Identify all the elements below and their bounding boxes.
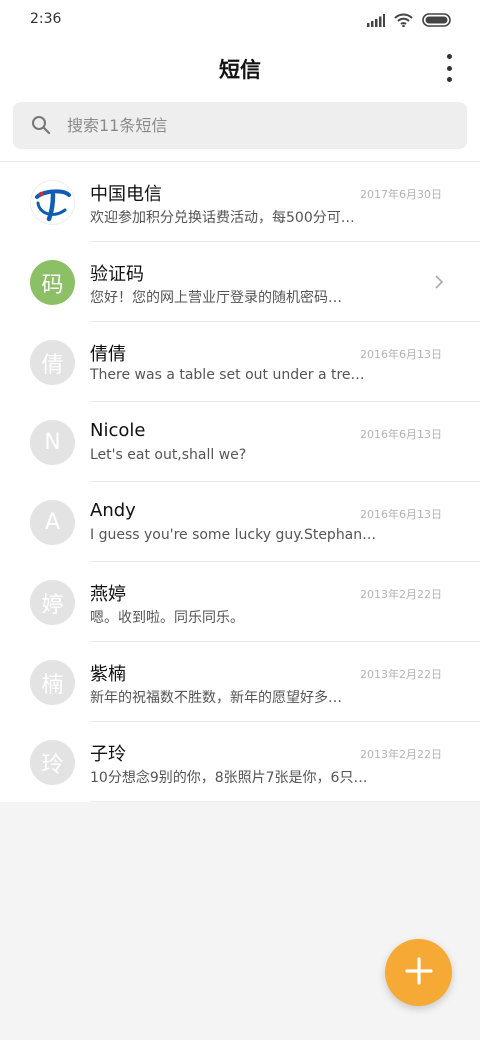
status-bar: 2:36 xyxy=(0,0,480,40)
plus-icon xyxy=(404,956,433,989)
message-date: 2016年6月13日 xyxy=(360,348,442,361)
battery-icon xyxy=(422,12,452,31)
message-preview: 嗯。收到啦。同乐同乐。 xyxy=(90,610,244,626)
conversation-row[interactable]: 倩 倩倩 2016年6月13日 There was a table set ou… xyxy=(0,322,480,402)
more-vertical-icon xyxy=(446,54,452,59)
contact-name: Andy xyxy=(90,500,136,521)
more-dot xyxy=(446,65,452,71)
message-date: 2017年6月30日 xyxy=(360,188,442,201)
contact-name: 验证码 xyxy=(90,264,144,285)
contact-avatar: 楠 xyxy=(30,660,75,705)
top-panel: 2:36 短信 搜索11条短信 中国电信 2017年6月30日 欢迎参加积分兑换… xyxy=(0,0,480,802)
search-box[interactable] xyxy=(13,102,467,149)
contact-name: 子玲 xyxy=(90,744,126,765)
contact-avatar: N xyxy=(30,420,75,465)
status-icons xyxy=(367,12,452,31)
conversation-row[interactable]: 玲 子玲 2013年2月22日 10分想念9别的你，8张照片7张是你，6只… xyxy=(0,722,480,802)
message-date: 2013年2月22日 xyxy=(360,668,442,681)
message-preview: I guess you're some lucky guy.Stephani… xyxy=(90,527,380,543)
verification-code-icon: 码 xyxy=(30,260,75,305)
signal-icon xyxy=(367,12,385,31)
message-date: 2016年6月13日 xyxy=(360,428,442,441)
message-preview: 欢迎参加积分兑换话费活动，每500分可… xyxy=(90,210,355,226)
message-preview: Let's eat out,shall we? xyxy=(90,447,247,463)
message-preview: There was a table set out under a tre… xyxy=(90,367,365,383)
china-telecom-logo-icon xyxy=(30,180,75,225)
conversation-row[interactable]: A Andy 2016年6月13日 I guess you're some lu… xyxy=(0,482,480,562)
contact-name: 中国电信 xyxy=(90,184,162,205)
contact-avatar: 婷 xyxy=(30,580,75,625)
search-input[interactable] xyxy=(67,102,447,149)
message-date: 2013年2月22日 xyxy=(360,748,442,761)
status-time: 2:36 xyxy=(30,11,62,27)
search-icon xyxy=(31,115,51,139)
contact-avatar: A xyxy=(30,500,75,545)
conversation-row[interactable]: 楠 紫楠 2013年2月22日 新年的祝福数不胜数，新年的愿望好多… xyxy=(0,642,480,722)
wifi-icon xyxy=(394,12,413,31)
more-dot xyxy=(446,77,452,82)
chevron-right-icon[interactable] xyxy=(434,274,444,294)
more-options-button[interactable] xyxy=(444,54,454,82)
conversation-row[interactable]: 中国电信 2017年6月30日 欢迎参加积分兑换话费活动，每500分可… xyxy=(0,162,480,242)
contact-name: 燕婷 xyxy=(90,584,126,605)
message-date: 2016年6月13日 xyxy=(360,508,442,521)
new-message-button[interactable] xyxy=(385,939,452,1006)
message-preview: 10分想念9别的你，8张照片7张是你，6只… xyxy=(90,770,368,786)
conversation-row[interactable]: 婷 燕婷 2013年2月22日 嗯。收到啦。同乐同乐。 xyxy=(0,562,480,642)
message-preview: 新年的祝福数不胜数，新年的愿望好多… xyxy=(90,690,342,706)
conversation-list: 中国电信 2017年6月30日 欢迎参加积分兑换话费活动，每500分可… 码 验… xyxy=(0,162,480,802)
message-preview: 您好！您的网上营业厅登录的随机密码… xyxy=(90,290,342,306)
app-bar: 短信 xyxy=(0,40,480,96)
contact-name: 倩倩 xyxy=(90,344,126,365)
contact-name: Nicole xyxy=(90,420,146,441)
contact-avatar: 玲 xyxy=(30,740,75,785)
page-title: 短信 xyxy=(219,58,261,82)
contact-name: 紫楠 xyxy=(90,664,126,685)
conversation-row[interactable]: N Nicole 2016年6月13日 Let's eat out,shall … xyxy=(0,402,480,482)
contact-avatar: 倩 xyxy=(30,340,75,385)
message-date: 2013年2月22日 xyxy=(360,588,442,601)
conversation-row[interactable]: 码 验证码 您好！您的网上营业厅登录的随机密码… xyxy=(0,242,480,322)
